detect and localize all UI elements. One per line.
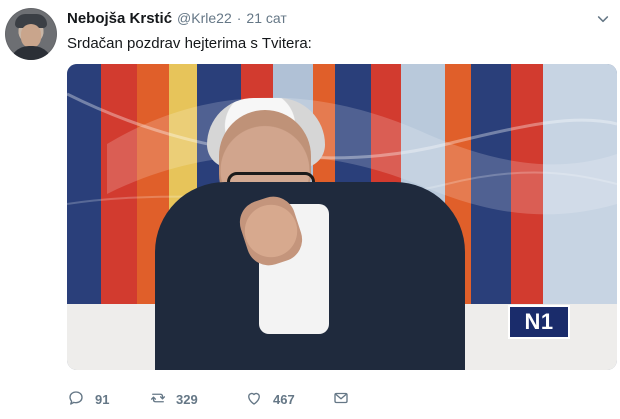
reply-count: 91 — [95, 391, 110, 407]
tweet-actions: 91 329 467 — [67, 389, 362, 409]
more-options-button[interactable] — [594, 10, 612, 28]
timestamp-separator: · — [236, 10, 242, 26]
retweet-count: 329 — [176, 391, 198, 407]
reply-button[interactable]: 91 — [67, 389, 148, 409]
retweet-button[interactable]: 329 — [148, 389, 245, 409]
tweet-card: Nebojša Krstić @Krle22 · 21 сат Srdačan … — [0, 0, 620, 419]
display-name[interactable]: Nebojša Krstić — [67, 10, 172, 27]
tweet-text: Srdačan pozdrav hejterima s Tvitera: — [67, 35, 312, 52]
mail-icon — [332, 389, 352, 409]
avatar-shoulders-shape — [9, 46, 53, 60]
user-handle[interactable]: @Krle22 — [177, 10, 232, 26]
chevron-down-icon — [596, 12, 610, 26]
heart-icon — [245, 389, 265, 409]
tweet-media[interactable]: N1 — [67, 64, 617, 370]
like-button[interactable]: 467 — [245, 389, 332, 409]
n1-logo: N1 — [508, 305, 570, 339]
direct-message-button[interactable] — [332, 389, 362, 409]
tweet-header: Nebojša Krstić @Krle22 · 21 сат — [67, 10, 287, 30]
avatar-face-shape — [21, 24, 41, 48]
timestamp[interactable]: 21 сат — [246, 10, 286, 26]
avatar[interactable] — [5, 8, 57, 60]
like-count: 467 — [273, 391, 295, 407]
reply-icon — [67, 389, 87, 409]
retweet-icon — [148, 389, 168, 409]
